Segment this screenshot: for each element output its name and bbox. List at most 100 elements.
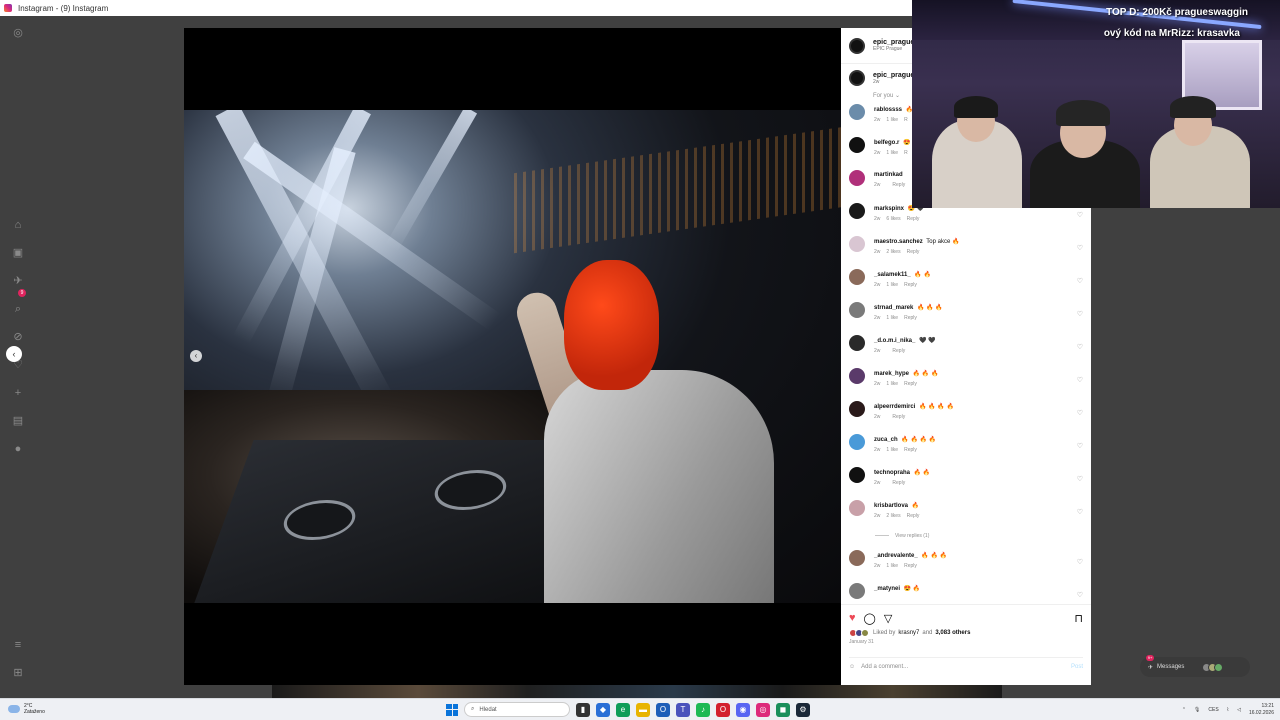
commenter-avatar[interactable] [849,467,865,483]
commenter-avatar[interactable] [849,401,865,417]
comment-like-heart-icon[interactable]: ♡ [1077,310,1083,318]
comment-likes[interactable]: 6 likes [886,216,900,222]
caption-avatar[interactable] [849,70,865,86]
liked-by-user[interactable]: krasny7 [898,630,919,636]
discord-icon[interactable]: ◉ [736,702,750,717]
commenter-avatar[interactable] [849,137,865,153]
reply-link[interactable]: Reply [904,563,917,569]
instagram-app-icon[interactable]: ◎ [756,702,770,717]
comment-like-heart-icon[interactable]: ♡ [1077,277,1083,285]
comment-likes[interactable]: 1 like [886,381,898,387]
search-icon[interactable]: ⌕ [11,302,25,316]
taskbar-search-input[interactable]: ⌕ Hledat [464,702,570,717]
comment-like-heart-icon[interactable]: ♡ [1077,211,1083,219]
spotify-icon[interactable]: ♪ [696,702,710,717]
reels-icon[interactable]: ▣ [11,246,25,260]
post-comment-button[interactable]: Post [1071,664,1083,670]
comment-likes[interactable]: 2 likes [886,513,900,519]
reply-link[interactable]: Reply [892,480,905,486]
commenter-username[interactable]: marek_hype [874,371,909,377]
comment-likes[interactable]: 2 likes [886,249,900,255]
commenter-avatar[interactable] [849,170,865,186]
reply-link[interactable]: R [904,117,908,123]
page-backdrop-right[interactable] [1091,208,1280,698]
reply-link[interactable]: Reply [904,447,917,453]
messenger-icon[interactable]: ✈ [11,274,25,288]
commenter-avatar[interactable] [849,335,865,351]
outlook-icon[interactable]: O [656,702,670,717]
commenter-username[interactable]: belfego.r [874,140,899,146]
dashboard-icon[interactable]: ▤ [11,414,25,428]
commenter-avatar[interactable] [849,550,865,566]
commenter-username[interactable]: markspinx [874,206,904,212]
emoji-icon[interactable]: ☺ [849,664,855,670]
commenter-username[interactable]: _andrevalente_ [874,553,918,559]
commenter-username[interactable]: martinkad [874,172,903,178]
commenter-avatar[interactable] [849,500,865,516]
comment-likes[interactable]: 1 like [886,563,898,569]
comment-likes[interactable]: 1 like [886,150,898,156]
messages-button[interactable]: ✈ 9+ Messages [1140,655,1250,677]
commenter-username[interactable]: alpeerrdemirci [874,404,915,410]
author-username[interactable]: epic_prague [873,39,914,46]
comment-like-heart-icon[interactable]: ♡ [1077,558,1083,566]
reply-link[interactable]: Reply [892,348,905,354]
microphone-icon[interactable]: 🎙 [1194,707,1200,713]
commenter-avatar[interactable] [849,203,865,219]
weather-widget[interactable]: 2°C Zataženo [8,703,45,715]
create-icon[interactable]: + [11,386,25,400]
author-avatar[interactable] [849,37,865,54]
reply-link[interactable]: Reply [892,414,905,420]
more-posts-strip[interactable] [272,685,1002,698]
steam-icon[interactable]: ⚙ [796,702,810,717]
comment-like-heart-icon[interactable]: ♡ [1077,409,1083,417]
home-icon[interactable]: ⌂ [11,218,25,232]
comment-likes[interactable]: 1 like [886,282,898,288]
language-indicator[interactable]: CES [1208,707,1218,713]
commenter-username[interactable]: _d.o.m.i_nika_ [874,338,915,344]
commenter-username[interactable]: _salamek11_ [874,272,911,278]
comment-like-heart-icon[interactable]: ♡ [1077,591,1083,599]
commenter-username[interactable]: krisbartlova [874,503,908,509]
app-store-icon[interactable]: ◆ [596,702,610,717]
reply-link[interactable]: Reply [907,216,920,222]
tray-chevron-icon[interactable]: ⌃ [1182,707,1186,713]
comment-like-heart-icon[interactable]: ♡ [1077,475,1083,483]
reply-link[interactable]: Reply [904,315,917,321]
volume-icon[interactable]: ◁ [1237,707,1241,713]
commenter-username[interactable]: technopraha [874,470,910,476]
commenter-avatar[interactable] [849,104,865,120]
reply-link[interactable]: Reply [892,182,905,188]
comment-likes[interactable]: 1 like [886,447,898,453]
comment-likes[interactable]: 1 like [886,117,898,123]
app-icon[interactable]: ◼ [776,702,790,717]
reply-link[interactable]: Reply [907,249,920,255]
instagram-logo-icon[interactable]: ◎ [11,26,25,40]
explore-icon[interactable]: ⊘ [11,330,25,344]
windows-start-icon[interactable] [446,703,458,716]
previous-post-arrow-icon[interactable]: ‹ [6,346,22,362]
commenter-avatar[interactable] [849,269,865,285]
clock[interactable]: 13:21 16.02.2026 [1249,703,1274,717]
commenter-username[interactable]: maestro.sanchez [874,239,923,245]
also-from-meta-icon[interactable]: ⊞ [11,666,25,680]
comment-like-heart-icon[interactable]: ♡ [1077,508,1083,516]
commenter-avatar[interactable] [849,236,865,252]
commenter-avatar[interactable] [849,434,865,450]
comment-icon[interactable]: ◯ [864,612,876,625]
post-location[interactable]: EPIC Prague [873,46,914,52]
comment-like-heart-icon[interactable]: ♡ [1077,442,1083,450]
commenter-username[interactable]: rablossss [874,107,902,113]
browser-tab-title[interactable]: Instagram - (9) Instagram [0,0,912,16]
commenter-username[interactable]: _matynei [874,586,900,592]
wifi-icon[interactable]: ⌇ [1227,707,1229,713]
caption-username[interactable]: epic_prague [873,72,914,79]
commenter-username[interactable]: zuca_ch [874,437,898,443]
profile-avatar-icon[interactable]: ● [11,442,25,456]
reply-link[interactable]: Reply [907,513,920,519]
more-menu-icon[interactable]: ≡ [11,638,25,652]
commenter-avatar[interactable] [849,368,865,384]
save-bookmark-icon[interactable]: ⊓ [1074,612,1083,625]
commenter-avatar[interactable] [849,583,865,599]
commenter-avatar[interactable] [849,302,865,318]
